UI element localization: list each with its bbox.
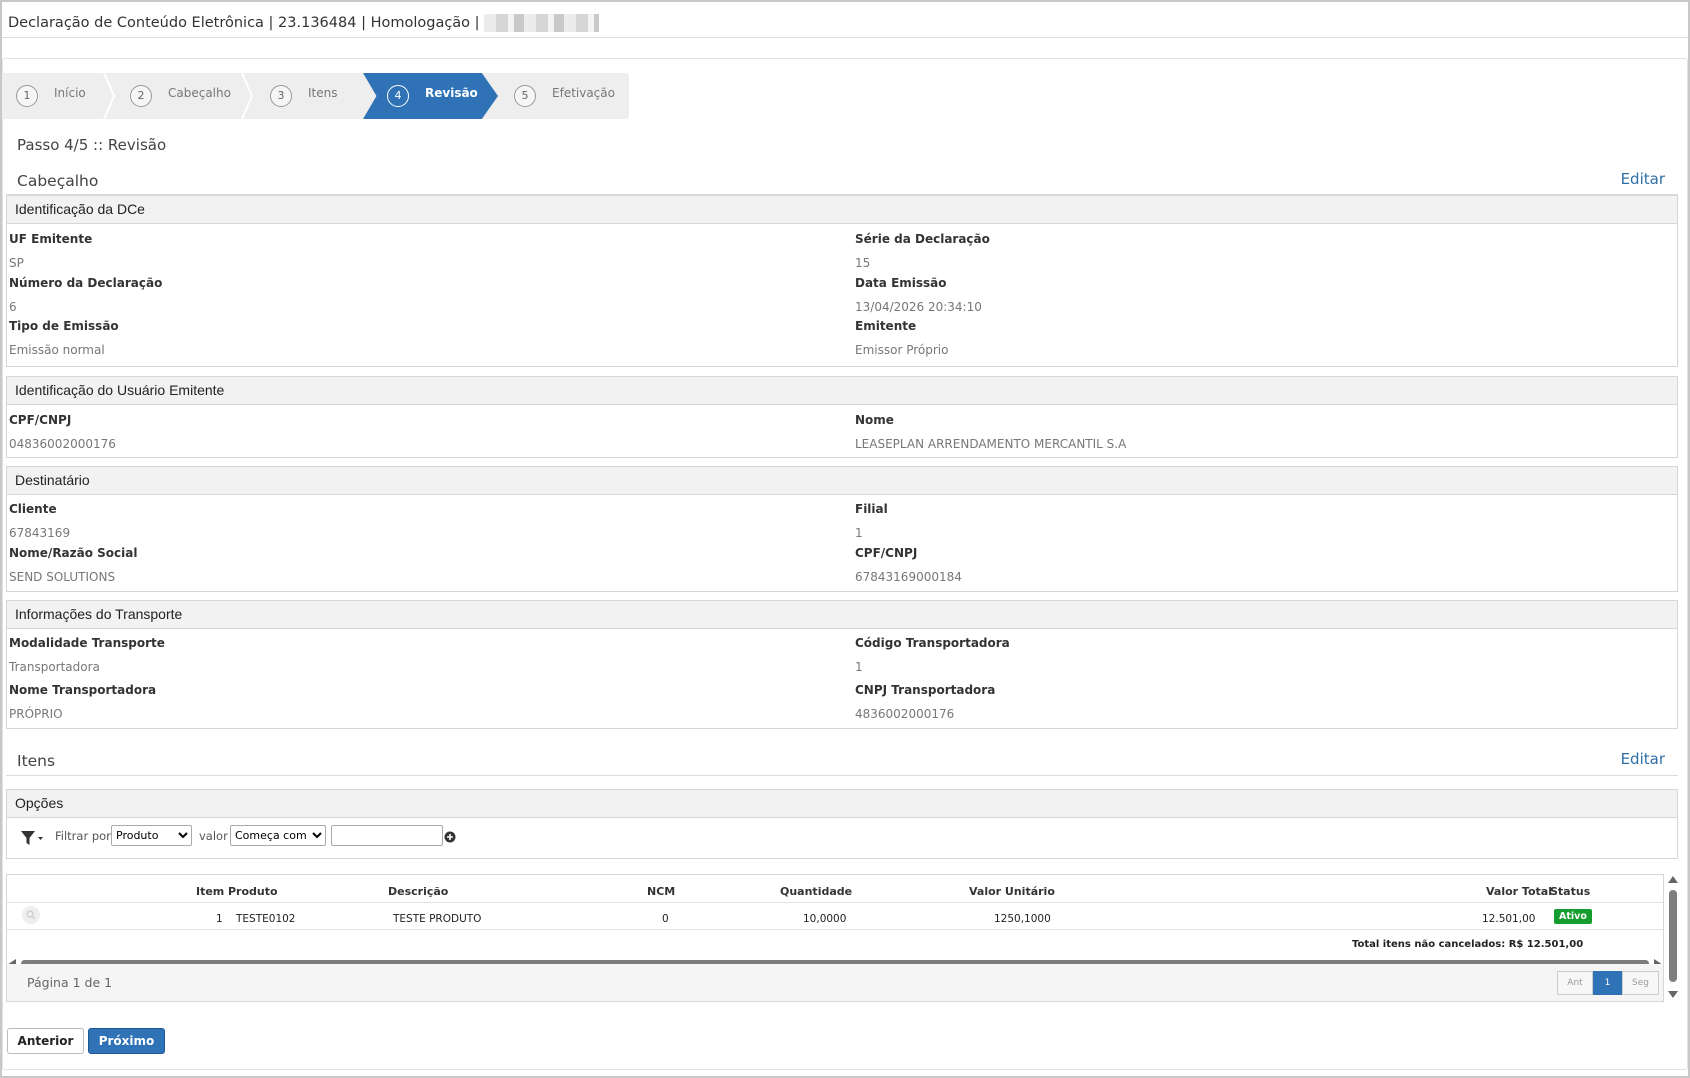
cell-ncm: 0 <box>662 913 669 925</box>
edit-cabecalho-link[interactable]: Editar <box>1621 170 1665 188</box>
cell-item: 1 <box>216 913 223 925</box>
view-details-icon[interactable] <box>21 905 41 925</box>
cell-produto: TESTE0102 <box>236 913 296 925</box>
step-number: 1 <box>16 85 38 107</box>
step-label: Revisão <box>425 86 478 100</box>
add-filter-icon[interactable] <box>444 831 456 843</box>
box-title: Opções <box>7 790 1677 818</box>
next-page-button[interactable]: Seg <box>1622 971 1659 995</box>
step-separator <box>241 73 254 119</box>
field-uf-emitente: UF Emitente SP <box>9 232 93 270</box>
box-title: Identificação da DCe <box>7 196 1677 224</box>
header-divider <box>7 902 1663 903</box>
app-header: Declaração de Conteúdo Eletrônica | 23.1… <box>2 2 1688 38</box>
section-title-itens: Itens <box>17 752 56 770</box>
status-badge: Ativo <box>1554 909 1592 924</box>
row-divider <box>7 929 1663 930</box>
page-info: Página 1 de 1 <box>27 975 113 990</box>
col-valor-total[interactable]: Valor Total <box>1486 885 1552 898</box>
field-numero: Número da Declaração 6 <box>9 276 163 314</box>
box-transporte: Informações do Transporte Modalidade Tra… <box>6 600 1678 729</box>
app-title: Declaração de Conteúdo Eletrônica | 23.1… <box>8 15 480 31</box>
field-nome: Nome LEASEPLAN ARRENDAMENTO MERCANTIL S.… <box>855 413 1127 451</box>
box-title: Destinatário <box>7 467 1677 495</box>
box-identificacao-dce: Identificação da DCe UF Emitente SP Séri… <box>6 195 1678 367</box>
wizard-steps: 1 Início 2 Cabeçalho 3 Itens 4 Revisão 5… <box>2 73 629 119</box>
step-label: Cabeçalho <box>168 86 231 100</box>
cell-valor-unitario: 1250,1000 <box>994 913 1051 925</box>
step-label: Efetivação <box>552 86 615 100</box>
field-cnpj-transportadora: CNPJ Transportadora 4836002000176 <box>855 683 996 721</box>
step-number: 3 <box>270 85 292 107</box>
col-quantidade[interactable]: Quantidade <box>780 885 852 898</box>
step-separator <box>103 73 116 119</box>
redacted-user <box>483 14 599 32</box>
col-ncm[interactable]: NCM <box>647 885 675 898</box>
col-item[interactable]: Item <box>196 885 224 898</box>
vertical-scrollbar[interactable] <box>1666 874 1680 1002</box>
divider <box>6 775 1678 776</box>
step-label: Itens <box>308 86 338 100</box>
field-emitente: Emitente Emissor Próprio <box>855 319 949 357</box>
box-opcoes: Opções <box>6 789 1678 818</box>
col-descricao[interactable]: Descrição <box>388 885 448 898</box>
scrollbar-thumb[interactable] <box>1669 890 1677 982</box>
col-status[interactable]: Status <box>1550 885 1590 898</box>
step-title: Passo 4/5 :: Revisão <box>17 136 167 154</box>
step-number: 2 <box>130 85 152 107</box>
box-title: Informações do Transporte <box>7 601 1677 629</box>
total-label: Total itens não cancelados: R$ 12.501,00 <box>1352 939 1584 950</box>
cell-valor-total: 12.501,00 <box>1482 913 1536 925</box>
next-button[interactable]: Próximo <box>88 1028 165 1054</box>
box-destinatario: Destinatário Cliente 67843169 Filial 1 N… <box>6 466 1678 592</box>
field-modalidade: Modalidade Transporte Transportadora <box>9 636 165 674</box>
filter-field-select[interactable]: Produto <box>111 825 192 846</box>
field-serie: Série da Declaração 15 <box>855 232 990 270</box>
cell-quantidade: 10,0000 <box>803 913 847 925</box>
scroll-down-icon[interactable] <box>1668 990 1678 998</box>
filter-operator-select[interactable]: Começa com <box>230 825 326 846</box>
field-nome-transportadora: Nome Transportadora PRÓPRIO <box>9 683 157 721</box>
filter-by-label: Filtrar por <box>55 829 111 843</box>
value-label: valor <box>199 829 228 843</box>
prev-page-button[interactable]: Ant <box>1557 971 1593 995</box>
box-title: Identificação do Usuário Emitente <box>7 377 1677 405</box>
cell-descricao: TESTE PRODUTO <box>393 913 482 925</box>
col-valor-unitario[interactable]: Valor Unitário <box>969 885 1055 898</box>
field-cpf-cnpj: CPF/CNPJ 04836002000176 <box>9 413 116 451</box>
field-tipo-emissao: Tipo de Emissão Emissão normal <box>9 319 119 357</box>
step-number: 4 <box>387 85 409 107</box>
page-1-button[interactable]: 1 <box>1593 971 1622 995</box>
edit-itens-link[interactable]: Editar <box>1621 750 1665 768</box>
field-filial: Filial 1 <box>855 502 888 540</box>
filter-value-input[interactable] <box>331 825 443 846</box>
field-destinatario-cpf: CPF/CNPJ 67843169000184 <box>855 546 962 584</box>
box-usuario-emitente: Identificação do Usuário Emitente CPF/CN… <box>6 376 1678 458</box>
filter-bar: Filtrar por Produto valor Começa com <box>6 817 1678 859</box>
field-razao-social: Nome/Razão Social SEND SOLUTIONS <box>9 546 138 584</box>
step-label: Início <box>54 86 86 100</box>
step-number: 5 <box>514 85 536 107</box>
field-data-emissao: Data Emissão 13/04/2026 20:34:10 <box>855 276 982 314</box>
previous-button[interactable]: Anterior <box>7 1028 84 1054</box>
col-produto[interactable]: Produto <box>228 885 278 898</box>
section-title-cabecalho: Cabeçalho <box>17 172 99 190</box>
scroll-up-icon[interactable] <box>1668 876 1678 884</box>
field-cliente: Cliente 67843169 <box>9 502 71 540</box>
filter-icon[interactable] <box>20 829 44 847</box>
pager: Página 1 de 1 Ant 1 Seg <box>6 964 1664 1002</box>
field-codigo-transportadora: Código Transportadora 1 <box>855 636 1010 674</box>
wizard-step-4-active[interactable]: 4 Revisão <box>363 73 498 119</box>
